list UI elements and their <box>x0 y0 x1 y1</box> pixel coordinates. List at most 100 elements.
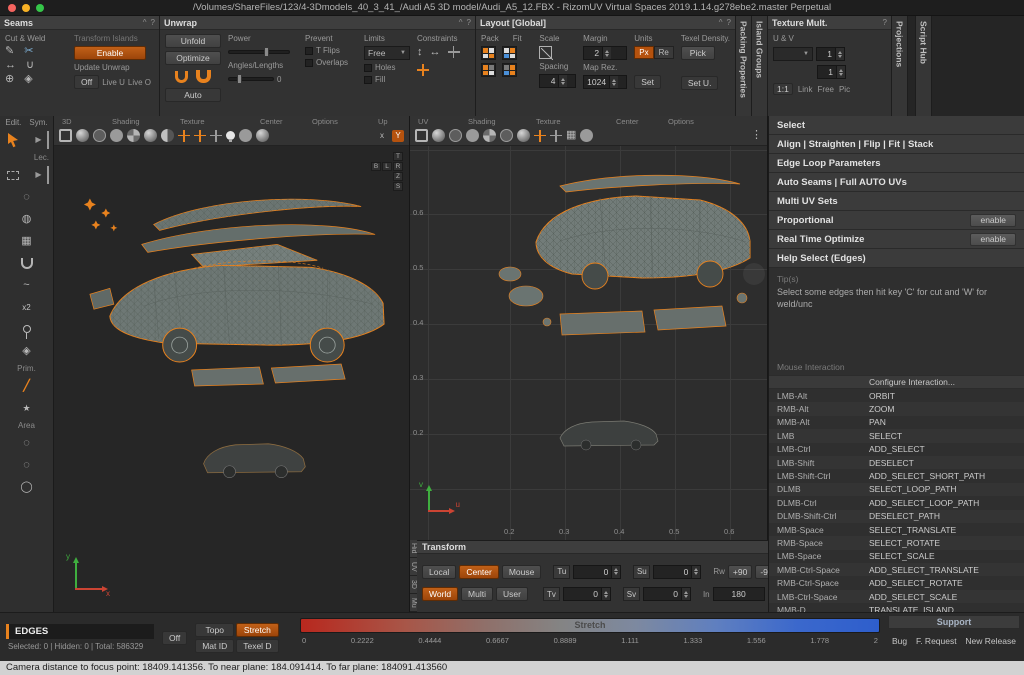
uv-more-icon[interactable]: ⋮ <box>751 130 762 141</box>
scissors-icon[interactable]: ✂ <box>24 46 33 57</box>
angles-lengths-slider[interactable] <box>228 77 274 81</box>
unfold-u-icon[interactable] <box>175 71 188 83</box>
section-proportional[interactable]: Proportional enable <box>769 211 1024 230</box>
view-s-button[interactable]: S <box>393 182 403 191</box>
fit-icon[interactable] <box>502 46 517 60</box>
options-sphere-icon[interactable] <box>239 129 252 142</box>
section-edge-loop[interactable]: Edge Loop Parameters <box>769 154 1024 173</box>
topo-button[interactable]: Topo <box>195 623 234 637</box>
sv-stepper[interactable]: 0 <box>643 587 691 601</box>
su-label[interactable]: Su <box>633 565 650 579</box>
uv-wire-sphere-icon[interactable] <box>449 129 462 142</box>
vertical-constraint-icon[interactable]: ↕ <box>417 47 423 58</box>
unfold-u-solid-icon[interactable] <box>196 70 211 83</box>
magnet-icon[interactable] <box>18 254 36 272</box>
flat-sphere-icon[interactable] <box>110 129 123 142</box>
pack-selected-icon[interactable] <box>481 63 496 77</box>
one-to-one-button[interactable]: 1:1 <box>773 83 793 95</box>
up-axis-x-button[interactable]: x <box>376 130 388 142</box>
projections-tab[interactable]: Projections <box>892 16 908 116</box>
center-selection-icon[interactable] <box>194 130 206 142</box>
island-tool-icon[interactable]: ◈ <box>18 342 36 360</box>
unfold-button[interactable]: Unfold <box>165 34 221 48</box>
uv-canvas[interactable]: 0.60.50.40.30.2 0.20.30.40.50.6 v u <box>410 146 767 540</box>
wire-sphere-icon[interactable] <box>93 129 106 142</box>
uv-grid-icon[interactable]: ▦ <box>566 130 576 141</box>
center-view-icon[interactable] <box>178 130 190 142</box>
margin-stepper[interactable]: 2 <box>583 46 627 60</box>
view-top-button[interactable]: T <box>393 152 403 161</box>
wireframe-mode-icon[interactable] <box>59 129 72 142</box>
tv-label[interactable]: Tv <box>543 587 560 601</box>
power-slider[interactable] <box>228 50 290 54</box>
map-rez-stepper[interactable]: 1024 <box>583 75 627 89</box>
multi-button[interactable]: Multi <box>461 587 493 601</box>
view-z-button[interactable]: Z <box>393 172 403 181</box>
configure-interaction-button[interactable]: Configure Interaction... <box>769 375 1024 389</box>
w2ave-tool-icon[interactable]: ~ <box>18 276 36 294</box>
world-button[interactable]: World <box>422 587 458 601</box>
texture-mult-dropdown[interactable]: ▼ <box>773 47 813 61</box>
scale-icon[interactable] <box>539 46 552 59</box>
island-groups-tab[interactable]: Island Groups <box>752 16 768 116</box>
help-icon[interactable]: ? <box>727 18 731 27</box>
up-axis-y-button[interactable]: Y <box>392 130 404 142</box>
area-circle-add-icon[interactable]: ◌ <box>18 456 36 474</box>
fill-checkbox[interactable] <box>364 76 372 84</box>
auto-button[interactable]: Auto <box>165 88 221 102</box>
new-release-link[interactable]: New Release <box>965 636 1016 646</box>
tv-stepper[interactable]: 0 <box>563 587 611 601</box>
mat-id-button[interactable]: Mat ID <box>195 639 234 653</box>
pin-target-icon[interactable] <box>417 64 429 76</box>
half-sphere-icon[interactable] <box>161 129 174 142</box>
uv-mode-tab[interactable]: Hid <box>410 540 417 558</box>
bug-link[interactable]: Bug <box>892 636 907 646</box>
uv-center-icon[interactable] <box>534 130 546 142</box>
live-u-button[interactable]: Live U <box>102 78 125 87</box>
su-stepper[interactable]: 0 <box>653 565 701 579</box>
light-icon[interactable] <box>226 131 235 140</box>
free-button[interactable]: Free <box>818 85 834 94</box>
pin-tool-icon[interactable] <box>18 320 36 338</box>
help-icon[interactable]: ? <box>151 18 155 27</box>
area-circle-icon[interactable]: ◌ <box>18 434 36 452</box>
help-icon[interactable]: ? <box>883 18 887 27</box>
t-flips-checkbox[interactable] <box>305 47 313 55</box>
enable-button[interactable]: Enable <box>74 46 146 60</box>
pick-button[interactable]: Pick <box>681 46 715 60</box>
stretch-button[interactable]: Stretch <box>236 623 278 637</box>
sv-label[interactable]: Sv <box>623 587 640 601</box>
sym-play2-icon[interactable]: ▶ <box>31 166 49 184</box>
select-arrow-icon[interactable] <box>4 131 22 149</box>
section-realtime-optimize[interactable]: Real Time Optimize enable <box>769 230 1024 249</box>
uv-mode-tab[interactable]: Mu <box>410 594 417 612</box>
uv-frame-icon[interactable] <box>550 130 562 142</box>
live-o-button[interactable]: Live O <box>128 78 151 87</box>
view-bottom-button[interactable]: B <box>371 162 381 171</box>
user-button[interactable]: User <box>496 587 528 601</box>
checker-sphere-icon[interactable] <box>127 129 140 142</box>
axis-gizmo-3d[interactable]: y x <box>66 552 110 598</box>
viewport-3d[interactable]: 3DShadingTextureCenterOptionsUp x Y <box>54 116 410 612</box>
section-align[interactable]: Align | Straighten | Flip | Fit | Stack <box>769 135 1024 154</box>
rotate-plus90-button[interactable]: +90 <box>728 565 752 579</box>
x2-tool-label[interactable]: x2 <box>18 298 36 316</box>
help-icon[interactable]: ? <box>467 18 471 27</box>
center-button[interactable]: Center <box>459 565 499 579</box>
limits-free-dropdown[interactable]: Free▼ <box>364 46 410 60</box>
model-3d-canvas[interactable]: y x <box>54 146 409 612</box>
up-axis-sphere-icon[interactable] <box>256 129 269 142</box>
uv-texture-icon[interactable] <box>500 129 513 142</box>
holes-checkbox[interactable] <box>364 64 372 72</box>
section-select[interactable]: Select <box>769 116 1024 135</box>
collapse-icon[interactable]: ^ <box>143 18 147 27</box>
in-angle-field[interactable]: 180 <box>713 587 765 601</box>
area-circle-small-icon[interactable]: ◯ <box>18 478 36 496</box>
local-button[interactable]: Local <box>422 565 456 579</box>
add-seam-icon[interactable]: ⊕ <box>5 74 14 85</box>
set-button[interactable]: Set <box>634 75 661 89</box>
shaded-sphere-icon[interactable] <box>76 129 89 142</box>
uv-shaded-icon[interactable] <box>432 129 445 142</box>
viewport-uv[interactable]: UVShadingTextureCenterOptions ▦ ⋮ <box>410 116 768 540</box>
uv-mode-tab[interactable]: UV <box>410 558 417 576</box>
